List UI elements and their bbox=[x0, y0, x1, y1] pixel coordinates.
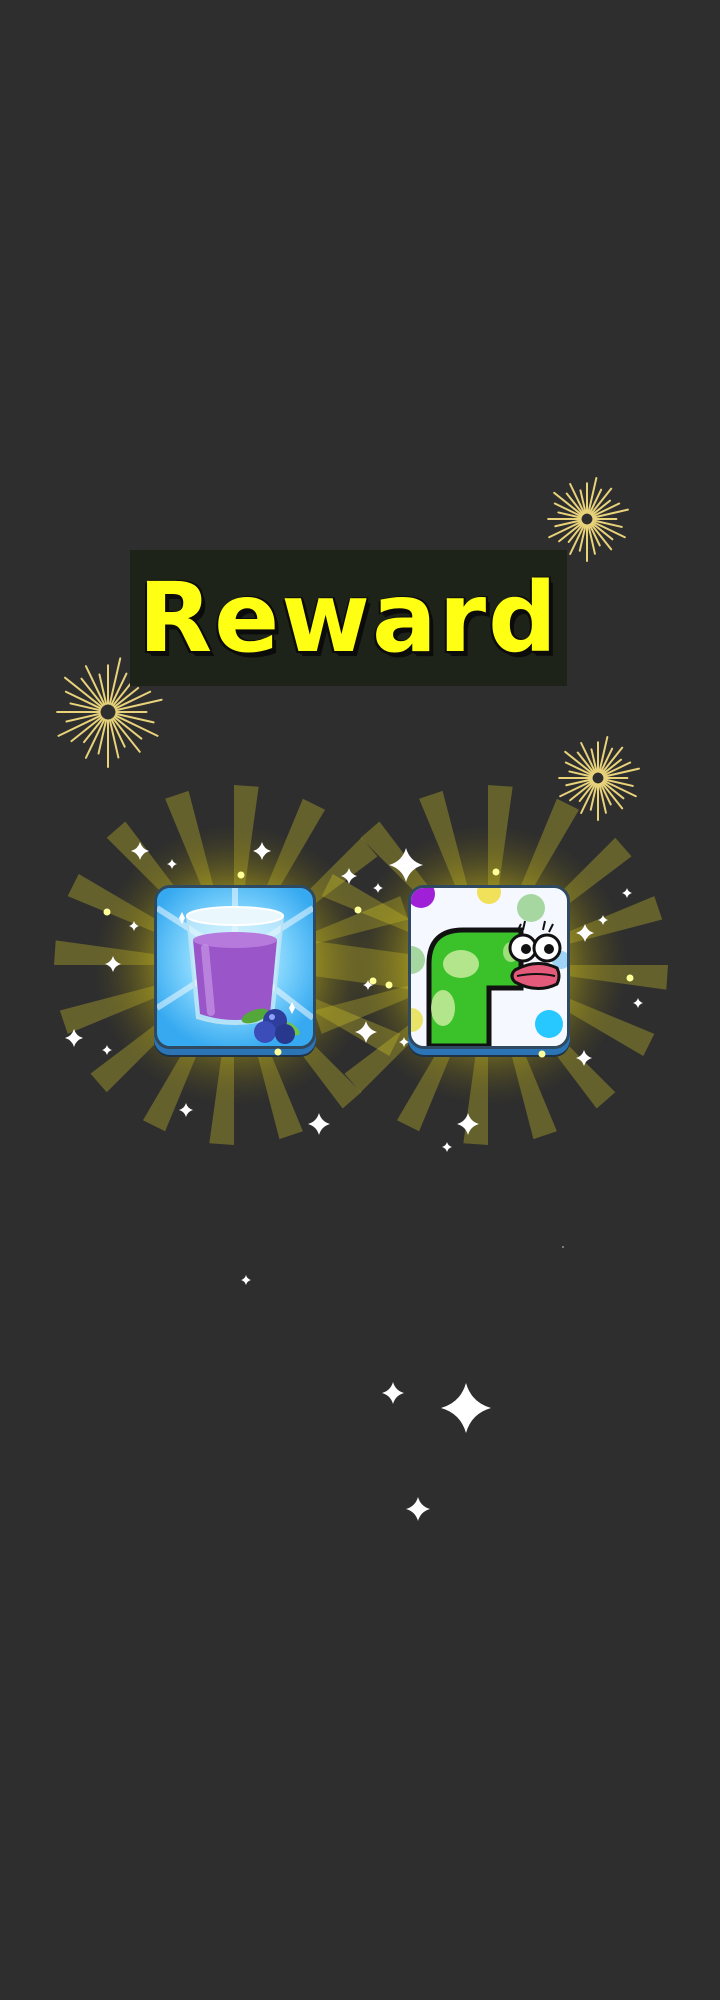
glow-dot bbox=[354, 906, 362, 914]
glow-dot bbox=[369, 977, 377, 985]
sparkle-icon bbox=[355, 1021, 377, 1043]
sparkle-icon bbox=[406, 1497, 430, 1521]
glow-dot bbox=[385, 981, 393, 989]
sparkle-icon bbox=[179, 1103, 193, 1117]
sparkle-icon bbox=[389, 848, 423, 882]
sparkle-icon bbox=[442, 1142, 452, 1152]
sparkle-icon bbox=[102, 1045, 112, 1055]
sparkle-icon bbox=[241, 1275, 251, 1285]
sparkle-icon bbox=[129, 921, 139, 931]
sparkle-icon bbox=[373, 883, 383, 893]
sparkle-icon bbox=[65, 1029, 83, 1047]
sparkle-icon bbox=[598, 915, 608, 925]
sparkle-icon bbox=[131, 842, 149, 860]
sparkle-icon bbox=[562, 1246, 564, 1248]
sparkle-icon bbox=[105, 956, 121, 972]
sparkle-icon bbox=[457, 1113, 479, 1135]
sparkles bbox=[65, 842, 643, 1521]
sparkle-icon bbox=[308, 1113, 330, 1135]
sparkle-icon bbox=[576, 924, 594, 942]
sparkle-icon bbox=[382, 1382, 404, 1404]
sparkle-icon bbox=[633, 998, 643, 1008]
glow-dot bbox=[103, 908, 111, 916]
glow-dot bbox=[492, 868, 500, 876]
glow-dot bbox=[274, 1048, 282, 1056]
sparkle-icon bbox=[576, 1050, 592, 1066]
sparkle-icon bbox=[441, 1383, 491, 1433]
sparkle-icon bbox=[399, 1037, 409, 1047]
sparkle-icon bbox=[622, 888, 632, 898]
glow-dot bbox=[626, 974, 634, 982]
sparkle-icon bbox=[341, 868, 357, 884]
sparkle-icon bbox=[167, 859, 177, 869]
glow-dot bbox=[237, 871, 245, 879]
glow-dot bbox=[538, 1050, 546, 1058]
sparkle-icon bbox=[253, 842, 271, 860]
